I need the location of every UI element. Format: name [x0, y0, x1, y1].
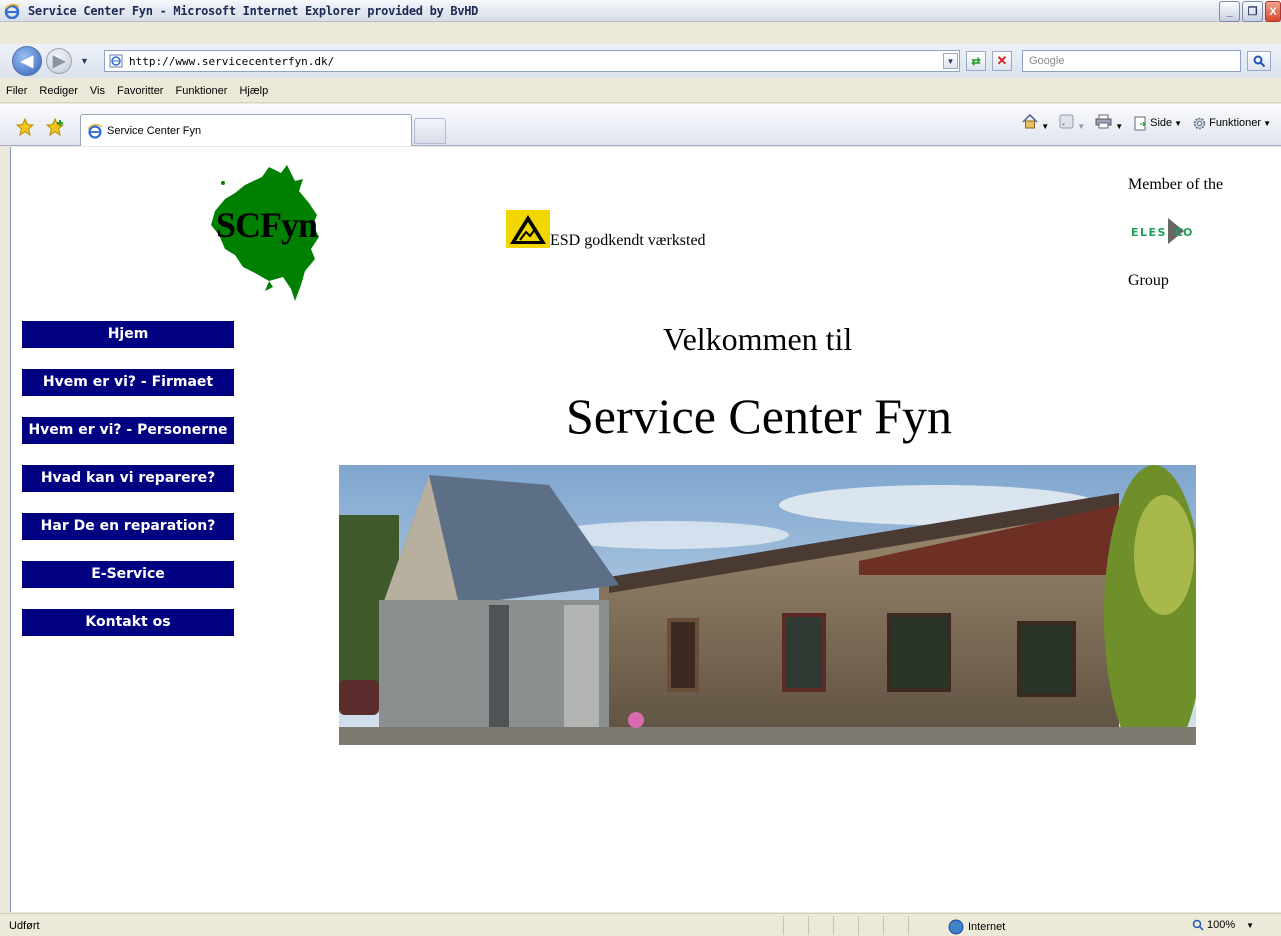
tab-label: Service Center Fyn [107, 124, 202, 137]
zoom-icon [1192, 919, 1204, 931]
home-dropdown-icon: ▼ [1041, 122, 1050, 131]
page-viewport: SCFyn ESD godkendt værksted Member of th… [10, 147, 1281, 912]
page-menu-dropdown-icon: ▼ [1174, 118, 1183, 128]
menu-file[interactable]: Filer [6, 85, 27, 97]
nav-repair-request[interactable]: Har De en reparation? [22, 513, 234, 540]
status-cell [908, 916, 933, 935]
group-label: Group [1128, 272, 1169, 289]
site-name-heading: Service Center Fyn [566, 388, 953, 444]
elesco-logo-icon[interactable]: ELES O C [1131, 214, 1211, 248]
status-text: Udført [9, 920, 40, 932]
page-menu-icon [1134, 116, 1147, 130]
search-icon [1253, 55, 1265, 67]
search-button[interactable] [1247, 51, 1271, 71]
nav-home[interactable]: Hjem [22, 321, 234, 348]
security-zone[interactable]: Internet [948, 919, 1005, 935]
menu-favorites[interactable]: Favoritter [117, 85, 163, 97]
add-favorite-icon[interactable] [46, 118, 66, 136]
tools-menu-label: Funktioner [1209, 117, 1262, 129]
status-cell [783, 916, 808, 935]
svg-text:C: C [1175, 226, 1183, 239]
status-cell [833, 916, 858, 935]
status-bar: Udført Internet 100% ▼ [0, 913, 1281, 936]
search-input[interactable]: Google [1022, 50, 1241, 72]
status-cell [858, 916, 883, 935]
favorites-star-icon[interactable] [16, 118, 34, 136]
esd-badge: ESD godkendt værksted [506, 210, 706, 249]
globe-icon [948, 919, 964, 935]
menu-help[interactable]: Hjælp [239, 85, 268, 97]
zoom-level: 100% [1207, 919, 1236, 931]
ie-tab-icon [87, 123, 103, 139]
tab-bar: Service Center Fyn ▼ ▼ ▼ Side ▼ Funktion… [0, 104, 1281, 146]
esd-warning-icon [506, 210, 550, 248]
address-field[interactable]: http://www.servicecenterfyn.dk/ [104, 50, 960, 72]
forward-arrow-icon: ▶ [52, 53, 66, 70]
print-icon [1095, 114, 1112, 129]
menu-view[interactable]: Vis [90, 85, 105, 97]
status-cell [808, 916, 833, 935]
close-button[interactable]: X [1265, 1, 1281, 22]
status-cells [783, 916, 933, 935]
nav-e-service[interactable]: E-Service [22, 561, 234, 588]
svg-text:ELES: ELES [1131, 226, 1167, 239]
print-dropdown-icon: ▼ [1115, 122, 1124, 131]
page-icon [109, 54, 123, 68]
refresh-button[interactable]: ⇄ [966, 51, 986, 71]
address-dropdown-button[interactable]: ▼ [943, 53, 958, 69]
building-photo [339, 465, 1196, 745]
stop-icon: ✕ [996, 53, 1008, 68]
minimize-button[interactable]: _ [1219, 1, 1240, 22]
ie-logo-icon [4, 3, 20, 19]
nav-about-company[interactable]: Hvem er vi? - Firmaet [22, 369, 234, 396]
tools-menu-dropdown-icon: ▼ [1263, 118, 1271, 128]
menu-edit[interactable]: Rediger [39, 85, 78, 97]
page-menu-label: Side [1150, 117, 1173, 129]
print-button[interactable]: ▼ [1095, 114, 1123, 132]
refresh-icon: ⇄ [971, 55, 981, 68]
new-tab-button[interactable] [414, 118, 446, 144]
back-arrow-icon: ◀ [20, 53, 34, 70]
logo-text: SCFyn [216, 205, 318, 245]
gear-icon [1193, 117, 1206, 129]
nav-about-people[interactable]: Hvem er vi? - Personerne [22, 417, 234, 444]
forward-button[interactable]: ▶ [46, 48, 72, 74]
home-icon [1022, 113, 1038, 129]
window-title: Service Center Fyn - Microsoft Internet … [28, 3, 479, 18]
esd-label: ESD godkendt værksted [550, 232, 706, 249]
tab-service-center-fyn[interactable]: Service Center Fyn [80, 114, 412, 146]
zone-label: Internet [968, 921, 1006, 933]
url-text: http://www.servicecenterfyn.dk/ [129, 54, 335, 68]
zoom-control[interactable]: 100% ▼ [1192, 919, 1254, 931]
history-dropdown-icon[interactable]: ▼ [80, 56, 89, 66]
member-of-label: Member of the [1128, 176, 1224, 193]
feeds-icon [1059, 114, 1074, 129]
site-navigation: Hjem Hvem er vi? - Firmaet Hvem er vi? -… [22, 321, 234, 657]
stop-button[interactable]: ✕ [992, 51, 1012, 71]
feeds-dropdown-icon: ▼ [1077, 122, 1086, 131]
menu-tools[interactable]: Funktioner [175, 85, 227, 97]
tools-menu-button[interactable]: Funktioner ▼ [1192, 116, 1271, 131]
nav-what-we-repair[interactable]: Hvad kan vi reparere? [22, 465, 234, 492]
menu-bar: Filer Rediger Vis Favoritter Funktioner … [0, 80, 1281, 103]
svg-text:O: O [1183, 226, 1194, 239]
feeds-button[interactable]: ▼ [1059, 114, 1085, 132]
back-button[interactable]: ◀ [12, 46, 42, 76]
welcome-heading: Velkommen til [663, 321, 853, 357]
status-cell [883, 916, 908, 935]
window-controls: _ ❐ X [1219, 1, 1281, 22]
restore-button[interactable]: ❐ [1242, 1, 1263, 22]
window-titlebar: Service Center Fyn - Microsoft Internet … [0, 0, 1281, 22]
nav-contact[interactable]: Kontakt os [22, 609, 234, 636]
zoom-dropdown-icon: ▼ [1246, 920, 1255, 930]
command-bar: ▼ ▼ ▼ Side ▼ Funktioner ▼ [1022, 113, 1271, 132]
address-toolbar: ◀ ▶ ▼ http://www.servicecenterfyn.dk/ ▼ … [0, 44, 1281, 78]
home-button[interactable]: ▼ [1022, 113, 1050, 132]
page-menu-button[interactable]: Side ▼ [1133, 116, 1182, 131]
